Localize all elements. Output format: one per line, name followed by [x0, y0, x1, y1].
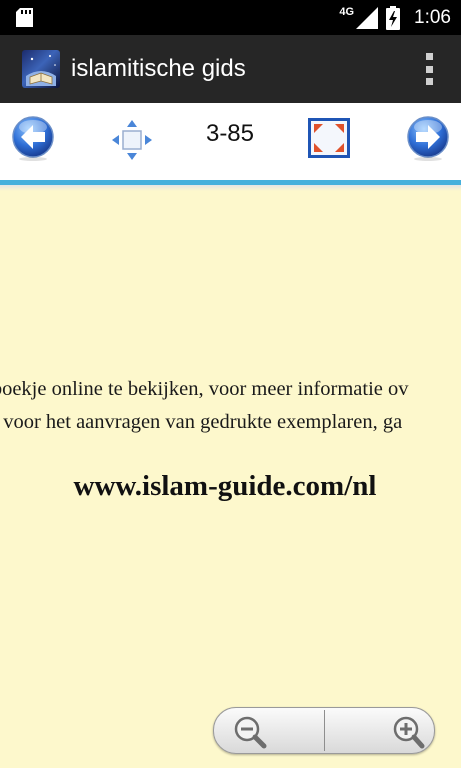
status-bar: 4G 1:06 — [0, 0, 461, 35]
network-type-label: 4G — [339, 5, 355, 18]
page-indicator: 3-85 — [205, 120, 255, 147]
arrow-left-icon — [12, 116, 54, 161]
next-page-button[interactable] — [406, 115, 450, 161]
battery-charging-icon — [386, 5, 401, 30]
document-text-line: of voor het aanvragen van gedrukte exemp… — [0, 411, 403, 433]
overflow-dot-icon — [425, 65, 433, 73]
zoom-controls — [213, 707, 435, 754]
move-arrows-icon — [112, 120, 152, 160]
pan-move-button[interactable] — [110, 118, 154, 162]
sd-card-icon — [16, 8, 33, 27]
overflow-dot-icon — [425, 78, 433, 85]
arrow-right-icon — [407, 116, 449, 161]
overflow-dot-icon — [425, 53, 433, 60]
zoom-in-icon — [393, 716, 425, 749]
zoom-out-icon — [234, 716, 267, 749]
app-title: islamitische gids — [71, 55, 246, 82]
navigation-toolbar: 3-85 — [0, 103, 461, 180]
fullscreen-icon — [308, 118, 350, 158]
zoom-out-button[interactable] — [222, 712, 322, 750]
document-text-line: t boekje online te bekijken, voor meer i… — [0, 378, 409, 400]
document-page[interactable]: t boekje online te bekijken, voor meer i… — [0, 191, 461, 768]
zoom-in-button[interactable] — [326, 712, 426, 750]
fullscreen-button[interactable] — [307, 117, 351, 159]
signal-icon — [356, 6, 379, 29]
action-bar: islamitische gids — [0, 35, 461, 103]
overflow-menu-button[interactable] — [423, 53, 435, 85]
app-icon — [22, 50, 60, 88]
clock: 1:06 — [414, 6, 451, 28]
document-url-text: www.islam-guide.com/nl — [73, 470, 377, 502]
zoom-divider — [324, 710, 325, 751]
previous-page-button[interactable] — [11, 115, 55, 161]
